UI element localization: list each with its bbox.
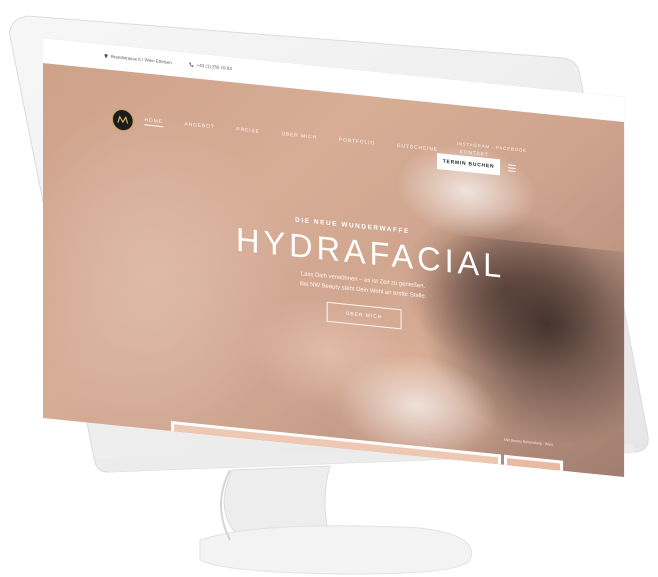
nw-logo-icon bbox=[117, 115, 129, 124]
brand-logo[interactable] bbox=[111, 108, 134, 133]
map-pin-icon bbox=[104, 54, 108, 59]
phone-info[interactable]: +43 (1) 256 19 83 bbox=[189, 62, 232, 71]
website-screen: HOME ANGEBOT PREISE ÜBER MICH PORTFOLIO … bbox=[43, 38, 625, 477]
hero-section: HOME ANGEBOT PREISE ÜBER MICH PORTFOLIO … bbox=[43, 63, 625, 477]
phone-text: +43 (1) 256 19 83 bbox=[196, 62, 232, 72]
phone-icon bbox=[189, 62, 194, 68]
nav-item-home[interactable]: HOME bbox=[144, 117, 163, 128]
address-text: Brandstrasse 6 / Wien Ettelsen bbox=[110, 53, 172, 66]
hamburger-menu-icon[interactable] bbox=[507, 164, 516, 172]
address-info[interactable]: Brandstrasse 6 / Wien Ettelsen bbox=[104, 53, 172, 65]
